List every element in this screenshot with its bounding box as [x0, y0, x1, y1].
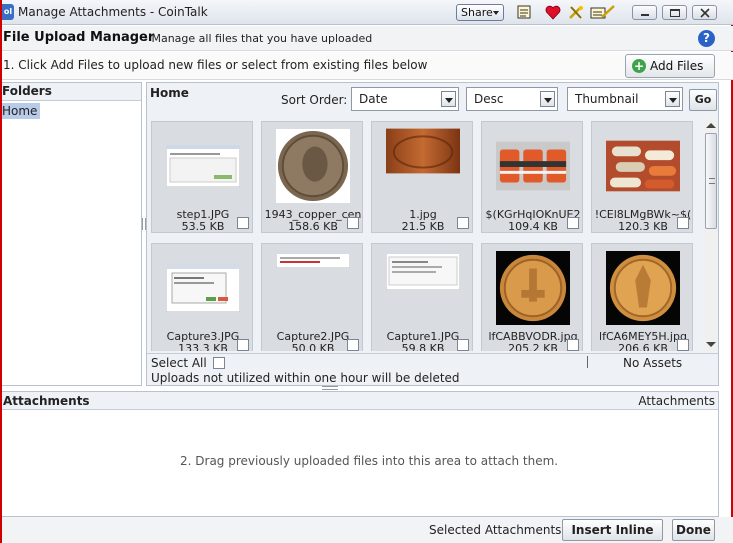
file-thumbnail	[496, 128, 570, 204]
file-tile[interactable]: !CEl8LMgBWk~$( 120.3 KB	[591, 121, 693, 233]
share-button[interactable]: Share	[456, 4, 504, 21]
chevron-down-icon[interactable]	[665, 91, 680, 107]
close-icon	[700, 8, 710, 18]
file-thumbnail	[606, 250, 680, 326]
file-select-checkbox[interactable]	[677, 339, 689, 351]
file-tile[interactable]: Capture1.JPG 59.8 KB	[371, 243, 473, 351]
current-folder-label: Home	[150, 86, 189, 100]
minimize-button[interactable]	[632, 5, 657, 20]
folders-panel: Folders Home	[2, 82, 142, 386]
file-tile[interactable]: 1.jpg 21.5 KB	[371, 121, 473, 233]
file-tile[interactable]: Capture2.JPG 50.0 KB	[261, 243, 363, 351]
selected-attachments-label: Selected Attachments:	[429, 523, 566, 537]
file-thumbnail	[276, 250, 350, 326]
files-footer: Select All Uploads not utilized within o…	[147, 353, 718, 385]
select-all-label: Select All	[151, 356, 207, 370]
attachments-header: Attachments Attachments	[2, 392, 718, 410]
folders-header: Folders	[2, 83, 141, 101]
file-select-checkbox[interactable]	[457, 339, 469, 351]
done-button[interactable]: Done	[672, 519, 715, 541]
file-grid-scrollbar[interactable]	[704, 119, 718, 351]
instruction-bar: 1. Click Add Files to upload new files o…	[2, 52, 733, 80]
file-select-checkbox[interactable]	[347, 339, 359, 351]
attachments-drop-zone[interactable]: 2. Drag previously uploaded files into t…	[2, 410, 718, 516]
file-tile[interactable]: 1943_copper_cen 158.6 KB	[261, 121, 363, 233]
maximize-button[interactable]	[662, 5, 687, 20]
view-mode-select[interactable]: Thumbnail	[567, 87, 683, 111]
file-thumbnail	[386, 250, 460, 326]
file-select-checkbox[interactable]	[237, 217, 249, 229]
assets-status: No Assets	[623, 356, 683, 370]
file-tile[interactable]: Capture3.JPG 133.3 KB	[151, 243, 253, 351]
file-tile[interactable]: $(KGrHqIOKnUE2 109.4 KB	[481, 121, 583, 233]
file-tile[interactable]: lfCABBVODR.jpg 205.2 KB	[481, 243, 583, 351]
sort-field-select[interactable]: Date	[351, 87, 459, 111]
scroll-up-icon[interactable]	[706, 123, 716, 128]
divider	[587, 356, 588, 368]
heart-icon[interactable]	[545, 5, 561, 20]
bottom-action-bar: Selected Attachments: Insert Inline (0) …	[2, 517, 733, 543]
close-button[interactable]	[692, 5, 717, 20]
help-icon[interactable]: ?	[698, 30, 715, 47]
manage-attachments-window: ol Manage Attachments - CoinTalk Share F…	[0, 0, 733, 543]
sort-direction-select[interactable]: Desc	[466, 87, 558, 111]
page-subtitle: - Manage all files that you have uploade…	[144, 32, 373, 45]
minimize-icon	[641, 14, 649, 16]
view-mode-value: Thumbnail	[575, 92, 639, 106]
app-icon: ol	[2, 4, 14, 20]
file-tile[interactable]: lfCA6MEY5H.jpg 206.6 KB	[591, 243, 693, 351]
attachments-title: Attachments	[3, 394, 90, 408]
scrollbar-thumb[interactable]	[705, 133, 717, 229]
files-panel: Home Sort Order: Date Desc Thumbnail Go …	[146, 82, 719, 386]
file-select-checkbox[interactable]	[567, 217, 579, 229]
file-select-checkbox[interactable]	[457, 217, 469, 229]
sort-field-value: Date	[359, 92, 388, 106]
file-select-checkbox[interactable]	[347, 217, 359, 229]
file-thumbnail	[166, 250, 240, 326]
file-thumbnail	[166, 128, 240, 204]
chevron-down-icon[interactable]	[441, 91, 456, 107]
file-tile[interactable]: step1.JPG 53.5 KB	[151, 121, 253, 233]
file-select-checkbox[interactable]	[237, 339, 249, 351]
horizontal-splitter-handle[interactable]	[322, 386, 338, 390]
tools-icon[interactable]	[568, 5, 584, 20]
add-files-label: Add Files	[650, 59, 704, 73]
file-thumbnail	[276, 128, 350, 204]
file-thumbnail	[496, 250, 570, 326]
pen-note-icon[interactable]	[590, 5, 616, 20]
file-thumbnail	[606, 128, 680, 204]
attachments-title-right: Attachments	[638, 394, 715, 408]
title-bar: ol Manage Attachments - CoinTalk Share	[2, 0, 733, 25]
insert-inline-button[interactable]: Insert Inline (0)	[562, 519, 663, 541]
manager-header: File Upload Manager - Manage all files t…	[2, 26, 733, 51]
retention-note: Uploads not utilized within one hour wil…	[151, 371, 460, 385]
notepad-icon[interactable]	[516, 5, 532, 20]
upload-instructions: 1. Click Add Files to upload new files o…	[3, 58, 428, 72]
drop-hint: 2. Drag previously uploaded files into t…	[180, 454, 559, 468]
chevron-down-icon	[493, 11, 499, 15]
window-title: Manage Attachments - CoinTalk	[18, 5, 208, 19]
page-title: File Upload Manager	[3, 30, 155, 45]
file-thumbnail-grid: step1.JPG 53.5 KB 1943_copper_cen 158.6 …	[149, 119, 702, 351]
folder-item-home[interactable]: Home	[2, 103, 41, 119]
sort-direction-value: Desc	[474, 92, 504, 106]
scroll-down-icon[interactable]	[706, 342, 716, 347]
file-select-checkbox[interactable]	[677, 217, 689, 229]
select-all-checkbox[interactable]	[213, 357, 225, 369]
go-button[interactable]: Go	[689, 89, 717, 111]
plus-icon: +	[632, 59, 646, 73]
file-thumbnail	[386, 128, 460, 204]
share-label: Share	[461, 6, 493, 19]
attachments-panel: Attachments Attachments 2. Drag previous…	[2, 391, 719, 517]
add-files-button[interactable]: + Add Files	[625, 54, 715, 78]
file-select-checkbox[interactable]	[567, 339, 579, 351]
grip-icon	[709, 178, 715, 184]
chevron-down-icon[interactable]	[540, 91, 555, 107]
maximize-icon	[670, 9, 680, 17]
sort-order-label: Sort Order:	[281, 93, 348, 107]
